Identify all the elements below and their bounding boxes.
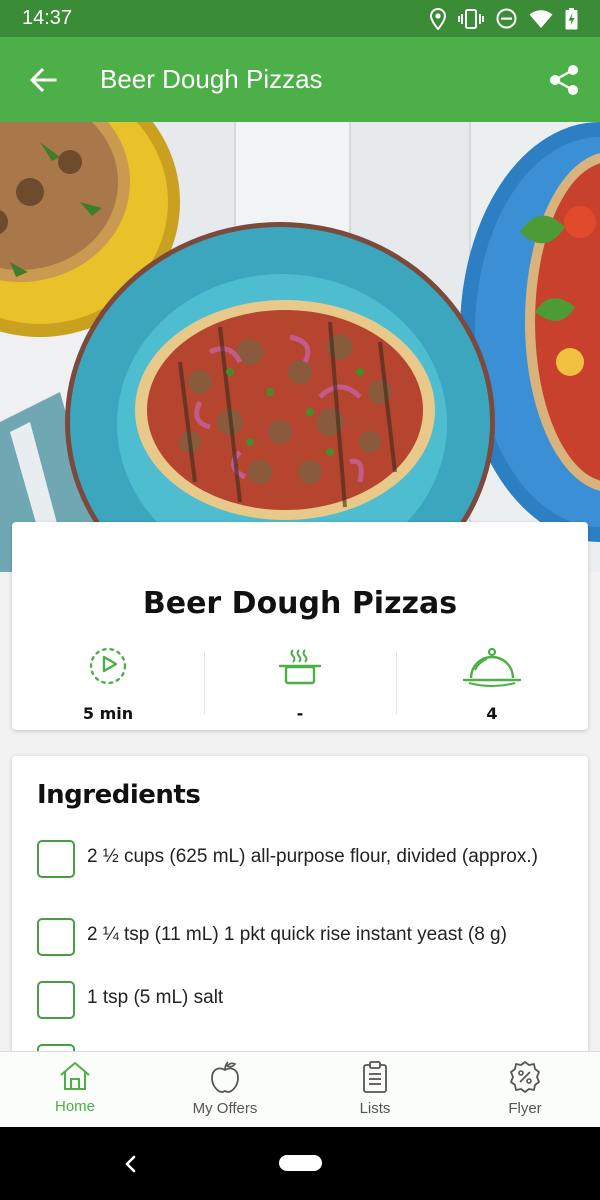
- back-button[interactable]: [0, 37, 86, 122]
- nav-home-label: Home: [54, 1098, 95, 1115]
- ingredients-heading: Ingredients: [37, 780, 201, 810]
- ingredient-item[interactable]: 1 tsp (5 mL) salt: [37, 981, 557, 1019]
- share-button[interactable]: [528, 37, 600, 122]
- prep-time-stat: 5 min: [12, 644, 204, 723]
- nav-home[interactable]: Home: [0, 1052, 150, 1127]
- system-navigation-bar: [0, 1127, 600, 1200]
- ingredient-checkbox[interactable]: [37, 840, 75, 878]
- status-time: 14:37: [22, 7, 73, 29]
- recipe-title: Beer Dough Pizzas: [142, 586, 458, 621]
- system-home-pill[interactable]: [279, 1155, 322, 1171]
- battery-charging-icon: [565, 7, 578, 29]
- ingredient-checkbox[interactable]: [37, 981, 75, 1019]
- ingredient-text: 2 ¼ tsp (11 mL) 1 pkt quick rise instant…: [87, 924, 507, 945]
- nav-lists-label: Lists: [359, 1100, 391, 1117]
- cook-time-value: -: [296, 704, 304, 723]
- ingredient-checkbox[interactable]: [37, 918, 75, 956]
- share-icon: [550, 64, 578, 95]
- clipboard-list-icon: [363, 1061, 387, 1093]
- app-bar: Beer Dough Pizzas: [0, 37, 600, 122]
- prep-time-value: 5 min: [82, 704, 134, 723]
- servings-stat: 4: [396, 644, 588, 723]
- nav-my-offers[interactable]: My Offers: [150, 1052, 300, 1127]
- ingredient-item[interactable]: 2 ¼ tsp (11 mL) 1 pkt quick rise instant…: [37, 918, 557, 956]
- system-back-icon[interactable]: [118, 1149, 142, 1179]
- percent-badge-icon: [510, 1061, 540, 1093]
- status-icons: [430, 7, 578, 30]
- home-icon: [60, 1062, 90, 1090]
- apple-icon: [211, 1061, 239, 1093]
- ingredient-item[interactable]: 2 ½ cups (625 mL) all-purpose flour, div…: [37, 840, 557, 878]
- nav-flyer[interactable]: Flyer: [450, 1052, 600, 1127]
- serving-dish-icon: [462, 647, 522, 687]
- recipe-hero-image: [0, 122, 600, 572]
- app-bar-title: Beer Dough Pizzas: [100, 64, 323, 94]
- ingredient-text: 1 tsp (5 mL) salt: [87, 987, 224, 1008]
- vibrate-icon: [458, 8, 484, 29]
- cooking-pot-icon: [278, 649, 322, 685]
- cook-time-stat: -: [204, 644, 396, 723]
- ingredients-card: Ingredients 2 ½ cups (625 mL) all-purpos…: [12, 756, 588, 1056]
- do-not-disturb-icon: [496, 8, 517, 29]
- location-icon: [430, 7, 446, 30]
- recipe-stats: 5 min - 4: [12, 644, 588, 723]
- wifi-icon: [529, 9, 553, 28]
- timer-icon: [89, 647, 127, 685]
- arrow-left-icon: [29, 67, 57, 92]
- recipe-summary-card: Beer Dough Pizzas 5 min - 4: [12, 522, 588, 730]
- bottom-navigation: Home My Offers Lists Flyer: [0, 1051, 600, 1127]
- ingredient-text: 2 ½ cups (625 mL) all-purpose flour, div…: [87, 846, 538, 867]
- nav-my-offers-label: My Offers: [192, 1100, 258, 1117]
- status-bar: 14:37: [0, 0, 600, 37]
- servings-value: 4: [486, 704, 498, 723]
- nav-lists[interactable]: Lists: [300, 1052, 450, 1127]
- nav-flyer-label: Flyer: [508, 1100, 542, 1117]
